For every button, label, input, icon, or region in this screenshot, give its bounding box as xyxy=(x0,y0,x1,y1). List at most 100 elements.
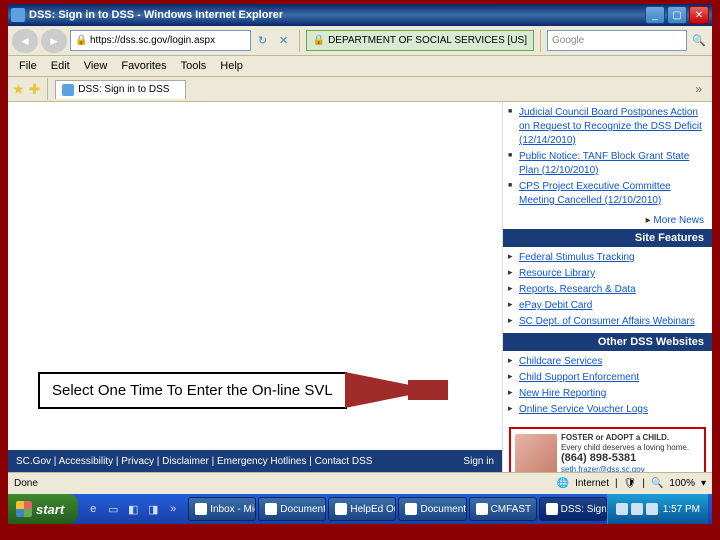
other-list: Childcare Services Child Support Enforce… xyxy=(503,351,712,421)
ad-headline: FOSTER or ADOPT a CHILD. xyxy=(561,433,689,443)
task-label: Inbox - Mic… xyxy=(210,504,256,515)
status-text: Done xyxy=(14,478,38,489)
minimize-button[interactable]: _ xyxy=(645,6,665,24)
favorites-star-icon[interactable]: ★ xyxy=(12,81,25,98)
task-label: DSS: Sign i… xyxy=(561,504,607,515)
app-icon xyxy=(265,503,277,515)
feature-link[interactable]: Reports, Research & Data xyxy=(503,282,712,298)
zoom-level[interactable]: 100% xyxy=(669,478,695,489)
refresh-button[interactable]: ↻ xyxy=(254,31,272,51)
ad-tagline: Every child deserves a loving home. xyxy=(561,443,689,453)
ad-text: FOSTER or ADOPT a CHILD. Every child des… xyxy=(561,433,689,472)
task-button[interactable]: Inbox - Mic… xyxy=(188,497,256,521)
stop-button[interactable]: ✕ xyxy=(275,31,293,51)
site-identity-text: DEPARTMENT OF SOCIAL SERVICES [US] xyxy=(328,35,527,46)
other-link[interactable]: Childcare Services xyxy=(503,354,712,370)
ad-email[interactable]: seth.frazer@dss.sc.gov xyxy=(561,465,689,472)
zone-text: Internet xyxy=(575,478,609,489)
task-button[interactable]: HelpEd Out… xyxy=(328,497,396,521)
tray-icon[interactable] xyxy=(646,503,658,515)
separator xyxy=(47,78,48,100)
add-favorite-icon[interactable]: ✚ xyxy=(29,81,41,98)
forward-button[interactable]: ► xyxy=(41,29,67,53)
task-label: Document3… xyxy=(420,504,466,515)
separator: | xyxy=(615,478,618,489)
task-buttons: Inbox - Mic… Document2… HelpEd Out… Docu… xyxy=(188,497,607,521)
internet-zone-icon: 🌐 xyxy=(557,478,569,489)
menu-view[interactable]: View xyxy=(77,58,115,74)
menu-help[interactable]: Help xyxy=(213,58,250,74)
menu-file[interactable]: File xyxy=(12,58,44,74)
news-item[interactable]: Public Notice: TANF Block Grant State Pl… xyxy=(503,149,712,179)
news-item[interactable]: CPS Project Executive Committee Meeting … xyxy=(503,179,712,209)
other-link[interactable]: Child Support Enforcement xyxy=(503,370,712,386)
separator xyxy=(299,30,300,52)
news-item[interactable]: Judicial Council Board Postpones Action … xyxy=(503,105,712,149)
system-tray[interactable]: 1:57 PM xyxy=(607,494,708,524)
instruction-callout: Select One Time To Enter the On-line SVL xyxy=(38,370,518,410)
site-identity-chip[interactable]: 🔒 DEPARTMENT OF SOCIAL SERVICES [US] xyxy=(306,30,534,51)
app-icon xyxy=(335,503,347,515)
zoom-icon[interactable]: 🔍 xyxy=(651,478,663,489)
tab-title: DSS: Sign in to DSS xyxy=(78,84,169,95)
search-input[interactable]: Google xyxy=(547,30,687,51)
search-placeholder: Google xyxy=(552,35,584,46)
app-icon xyxy=(195,503,207,515)
address-bar[interactable]: 🔒 https://dss.sc.gov/login.aspx xyxy=(70,30,251,51)
quick-launch: e ▭ ◧ ◨ » xyxy=(84,498,182,520)
desktop-quick-icon[interactable]: ▭ xyxy=(104,498,122,520)
menu-tools[interactable]: Tools xyxy=(174,58,214,74)
window-title: DSS: Sign in to DSS - Windows Internet E… xyxy=(29,9,645,21)
back-button[interactable]: ◄ xyxy=(12,29,38,53)
close-button[interactable]: ✕ xyxy=(689,6,709,24)
maximize-button[interactable]: ▢ xyxy=(667,6,687,24)
lock-icon: 🔒 xyxy=(75,35,87,47)
footer-links[interactable]: SC.Gov | Accessibility | Privacy | Discl… xyxy=(16,456,372,467)
other-link[interactable]: New Hire Reporting xyxy=(503,386,712,402)
more-news-link[interactable]: More News xyxy=(503,212,712,229)
quick-icon[interactable]: ◨ xyxy=(144,498,162,520)
browser-tab[interactable]: DSS: Sign in to DSS xyxy=(55,80,186,99)
task-label: CMFAST xyxy=(491,504,532,515)
feature-link[interactable]: Resource Library xyxy=(503,266,712,282)
tray-icon[interactable] xyxy=(616,503,628,515)
callout-text: Select One Time To Enter the On-line SVL xyxy=(38,372,347,409)
feature-link[interactable]: ePay Debit Card xyxy=(503,298,712,314)
task-button[interactable]: Document2… xyxy=(258,497,326,521)
tray-icon[interactable] xyxy=(631,503,643,515)
task-label: HelpEd Out… xyxy=(350,504,396,515)
ad-phone: (864) 898-5381 xyxy=(561,452,689,465)
menu-bar: File Edit View Favorites Tools Help xyxy=(8,56,712,77)
feature-link[interactable]: SC Dept. of Consumer Affairs Webinars xyxy=(503,314,712,330)
zoom-dropdown-icon[interactable]: ▾ xyxy=(701,478,706,489)
chevron-right-icon[interactable]: » xyxy=(164,498,182,520)
ie-icon xyxy=(11,8,25,22)
separator: | xyxy=(642,478,645,489)
site-features-header: Site Features xyxy=(503,229,712,247)
menu-edit[interactable]: Edit xyxy=(44,58,77,74)
start-button[interactable]: start xyxy=(8,494,78,524)
tools-menu-icon[interactable]: » xyxy=(689,82,708,96)
task-button-active[interactable]: DSS: Sign i… xyxy=(539,497,607,521)
news-list: Judicial Council Board Postpones Action … xyxy=(503,102,712,212)
feature-link[interactable]: Federal Stimulus Tracking xyxy=(503,250,712,266)
app-icon xyxy=(405,503,417,515)
site-footer: SC.Gov | Accessibility | Privacy | Discl… xyxy=(8,450,502,472)
sign-in-link[interactable]: Sign in xyxy=(463,456,494,467)
main-content-area: Select One Time To Enter the On-line SVL… xyxy=(8,102,502,472)
task-button[interactable]: Document3… xyxy=(398,497,466,521)
separator xyxy=(540,30,541,52)
clock[interactable]: 1:57 PM xyxy=(663,504,700,515)
shield-icon: 🔒 xyxy=(313,35,325,46)
foster-adopt-ad[interactable]: FOSTER or ADOPT a CHILD. Every child des… xyxy=(509,427,706,472)
arrow-icon xyxy=(345,372,435,408)
menu-favorites[interactable]: Favorites xyxy=(114,58,173,74)
task-button[interactable]: CMFAST xyxy=(469,497,537,521)
other-link[interactable]: Online Service Voucher Logs xyxy=(503,402,712,418)
ie-quick-icon[interactable]: e xyxy=(84,498,102,520)
ad-image xyxy=(515,434,557,472)
favicon xyxy=(62,84,74,96)
quick-icon[interactable]: ◧ xyxy=(124,498,142,520)
search-button[interactable]: 🔍 xyxy=(690,31,708,51)
other-websites-header: Other DSS Websites xyxy=(503,333,712,351)
